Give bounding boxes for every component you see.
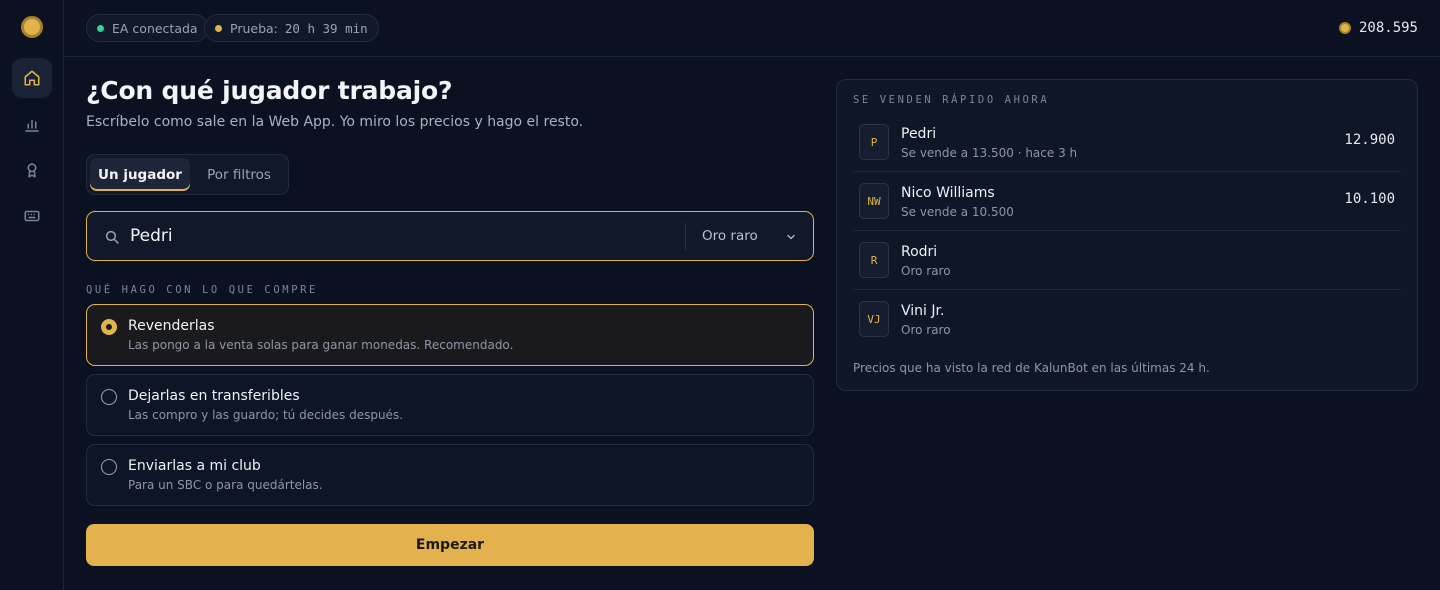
option-title: Dejarlas en transferibles	[128, 388, 300, 404]
player-price: 10.100	[1344, 191, 1395, 207]
nav-stats[interactable]	[12, 105, 52, 145]
option-title: Enviarlas a mi club	[128, 458, 261, 474]
avatar: NW	[859, 183, 889, 219]
radio-button[interactable]	[101, 389, 117, 405]
trial-dot-icon	[215, 24, 222, 32]
chevron-down-icon[interactable]	[785, 231, 797, 243]
sidebar	[0, 0, 64, 590]
option-description: Para un SBC o para quedártelas.	[128, 478, 323, 492]
tab-un-jugador[interactable]: Un jugador	[90, 158, 190, 191]
player-detail: Oro raro	[901, 323, 951, 337]
list-item[interactable]: VJ Vini Jr. Oro raro	[853, 290, 1401, 349]
player-name: Vini Jr.	[901, 303, 945, 319]
start-button[interactable]: Empezar	[86, 524, 814, 566]
radio-button[interactable]	[101, 459, 117, 475]
avatar: P	[859, 124, 889, 160]
player-search-input[interactable]: Pedri	[130, 226, 173, 246]
award-icon	[27, 163, 37, 178]
mode-tabs: Un jugador Por filtros	[86, 154, 289, 195]
page-subtitle: Escríbelo como sale en la Web App. Yo mi…	[86, 114, 584, 130]
quality-select[interactable]: Oro raro	[702, 228, 758, 244]
player-price: 12.900	[1344, 132, 1395, 148]
coin-balance: 208.595	[1338, 18, 1418, 38]
player-detail: Se vende a 13.500 · hace 3 h	[901, 146, 1078, 160]
connection-status-pill: EA conectada	[86, 14, 209, 42]
player-detail: Se vende a 10.500	[901, 205, 1014, 219]
avatar: R	[859, 242, 889, 278]
balance-value: 208.595	[1358, 20, 1418, 36]
option-description: Las pongo a la venta solas para ganar mo…	[128, 338, 514, 352]
section-label: QUÉ HAGO CON LO QUE COMPRE	[86, 284, 318, 296]
option-description: Las compro y las guardo; tú decides desp…	[128, 408, 404, 422]
option-mi-club[interactable]: Enviarlas a mi club Para un SBC o para q…	[86, 444, 814, 506]
option-title: Revenderlas	[128, 318, 215, 334]
home-icon	[24, 70, 40, 86]
top-bar: EA conectada Prueba: 20 h 39 min 208.595	[64, 0, 1440, 57]
option-revenderlas[interactable]: Revenderlas Las pongo a la venta solas p…	[86, 304, 814, 366]
search-icon	[105, 230, 119, 244]
tab-por-filtros[interactable]: Por filtros	[193, 158, 285, 191]
nav-home[interactable]	[12, 58, 52, 98]
player-name: Nico Williams	[901, 185, 995, 201]
panel-label: SE VENDEN RÁPIDO AHORA	[853, 94, 1050, 106]
nav-awards[interactable]	[12, 150, 52, 190]
trial-status-pill: Prueba: 20 h 39 min	[204, 14, 379, 42]
page-title: ¿Con qué jugador trabajo?	[86, 76, 453, 105]
list-item[interactable]: NW Nico Williams Se vende a 10.500 10.10…	[853, 172, 1401, 231]
player-search-box[interactable]: Pedri Oro raro	[86, 211, 814, 261]
player-detail: Oro raro	[901, 264, 951, 278]
radio-button[interactable]	[101, 319, 117, 335]
list-item[interactable]: P Pedri Se vende a 13.500 · hace 3 h 12.…	[853, 113, 1401, 172]
trial-time: 20 h 39 min	[284, 20, 368, 36]
fast-selling-panel: SE VENDEN RÁPIDO AHORA P Pedri Se vende …	[836, 79, 1418, 391]
coin-icon	[1338, 22, 1351, 34]
list-item[interactable]: R Rodri Oro raro	[853, 231, 1401, 290]
chart-icon	[25, 119, 39, 132]
logo-coin-icon	[21, 16, 43, 38]
keyboard-icon	[24, 210, 40, 222]
status-dot-icon	[97, 24, 104, 32]
nav-keyboard[interactable]	[12, 196, 52, 236]
trial-label: Prueba:	[230, 20, 278, 36]
connection-status-text: EA conectada	[112, 20, 198, 36]
panel-footnote: Precios que ha visto la red de KalunBot …	[853, 361, 1210, 375]
option-transferibles[interactable]: Dejarlas en transferibles Las compro y l…	[86, 374, 814, 436]
avatar: VJ	[859, 301, 889, 337]
player-name: Pedri	[901, 126, 937, 142]
player-name: Rodri	[901, 244, 938, 260]
search-divider	[685, 223, 686, 250]
